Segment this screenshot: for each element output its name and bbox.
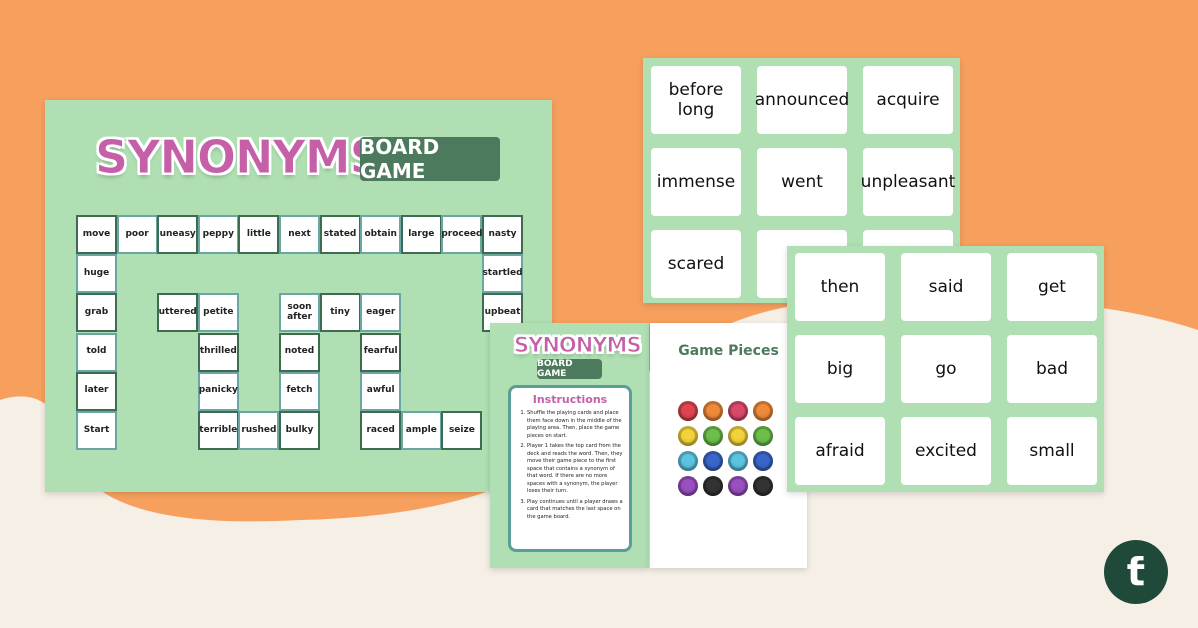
board-space: uneasy xyxy=(157,215,199,254)
game-piece xyxy=(728,476,748,496)
game-piece xyxy=(678,426,698,446)
board-space: nasty xyxy=(482,215,523,254)
game-piece xyxy=(703,401,723,421)
game-piece xyxy=(703,426,723,446)
board-space: proceed xyxy=(441,215,482,254)
word-card: acquire xyxy=(863,66,953,134)
board-space: large xyxy=(400,215,442,254)
board-space: fearful xyxy=(360,332,402,372)
board-space: move xyxy=(76,215,117,254)
word-card: excited xyxy=(901,417,991,485)
instructions-box: Instructions Shuffle the playing cards a… xyxy=(508,385,632,552)
word-card: big xyxy=(795,335,885,403)
game-piece xyxy=(678,451,698,471)
word-card: went xyxy=(757,148,847,216)
board-space: raced xyxy=(360,411,402,450)
board-space: panicky xyxy=(197,371,239,411)
game-pieces-page: Game Pieces xyxy=(650,323,807,568)
board-space: awful xyxy=(360,371,402,411)
board-space: thrilled xyxy=(197,332,239,372)
board-space: poor xyxy=(116,215,158,254)
teach-starter-logo: ƭ xyxy=(1104,540,1168,604)
game-pieces-title: Game Pieces xyxy=(678,343,779,359)
word-card: scared xyxy=(651,230,741,298)
board-space: noted xyxy=(279,332,320,372)
game-piece xyxy=(753,401,773,421)
board-space: told xyxy=(76,332,117,372)
word-card-sheet: then said get big go bad afraid excited small xyxy=(787,246,1104,492)
board-space: Start xyxy=(76,411,117,450)
board-space: fetch xyxy=(279,371,320,411)
board-space: stated xyxy=(319,215,361,254)
instructions-page: SYNONYMS BOARD GAME Instructions Shuffle… xyxy=(490,323,649,568)
board-space: huge xyxy=(76,254,117,294)
game-piece xyxy=(703,476,723,496)
booklet-title: SYNONYMS xyxy=(514,333,643,358)
game-board: SYNONYMS BOARD GAME Start later told grab hu… xyxy=(45,100,552,492)
board-title: SYNONYMS xyxy=(95,130,384,185)
board-space: tiny xyxy=(319,293,361,333)
board-game-badge: BOARD GAME xyxy=(360,135,500,183)
logo-icon: ƭ xyxy=(1126,550,1146,594)
word-card: small xyxy=(1007,417,1097,485)
instruction-step: Player 1 takes the top card from the dec… xyxy=(527,443,623,496)
word-card: before long xyxy=(651,66,741,134)
board-space: terrible xyxy=(197,411,239,450)
board-space: little xyxy=(238,215,280,254)
booklet-badge: BOARD GAME xyxy=(537,359,602,379)
word-card: unpleasant xyxy=(861,148,955,216)
word-card: afraid xyxy=(795,417,885,485)
board-space: seize xyxy=(441,411,483,450)
game-piece xyxy=(678,401,698,421)
game-piece xyxy=(728,401,748,421)
board-space: bulky xyxy=(279,411,320,450)
board-space: obtain xyxy=(360,215,402,254)
word-card: bad xyxy=(1007,335,1097,403)
game-piece xyxy=(753,476,773,496)
word-card: immense xyxy=(651,148,741,216)
word-card: get xyxy=(1007,253,1097,321)
word-card: said xyxy=(901,253,991,321)
board-space: peppy xyxy=(197,215,239,254)
instructions-title: Instructions xyxy=(532,393,608,406)
game-piece xyxy=(678,476,698,496)
game-pieces-grid xyxy=(678,401,780,501)
board-space: later xyxy=(76,371,117,411)
board-space: rushed xyxy=(238,411,280,450)
board-space: ample xyxy=(400,411,442,450)
game-piece xyxy=(728,426,748,446)
instruction-step: Play continues until a player draws a ca… xyxy=(527,499,623,522)
game-piece xyxy=(753,451,773,471)
board-space: eager xyxy=(360,293,402,333)
game-piece xyxy=(728,451,748,471)
word-card: go xyxy=(901,335,991,403)
board-space: next xyxy=(279,215,320,254)
board-space: uttered xyxy=(157,293,199,333)
board-space: soon after xyxy=(279,293,320,333)
instruction-step: Shuffle the playing cards and place them… xyxy=(527,410,623,440)
board-space: petite xyxy=(197,293,239,333)
game-piece xyxy=(753,426,773,446)
board-space: grab xyxy=(76,293,117,333)
word-card: then xyxy=(795,253,885,321)
board-space: startled xyxy=(482,254,523,294)
word-card: announced xyxy=(755,66,849,134)
game-piece xyxy=(703,451,723,471)
